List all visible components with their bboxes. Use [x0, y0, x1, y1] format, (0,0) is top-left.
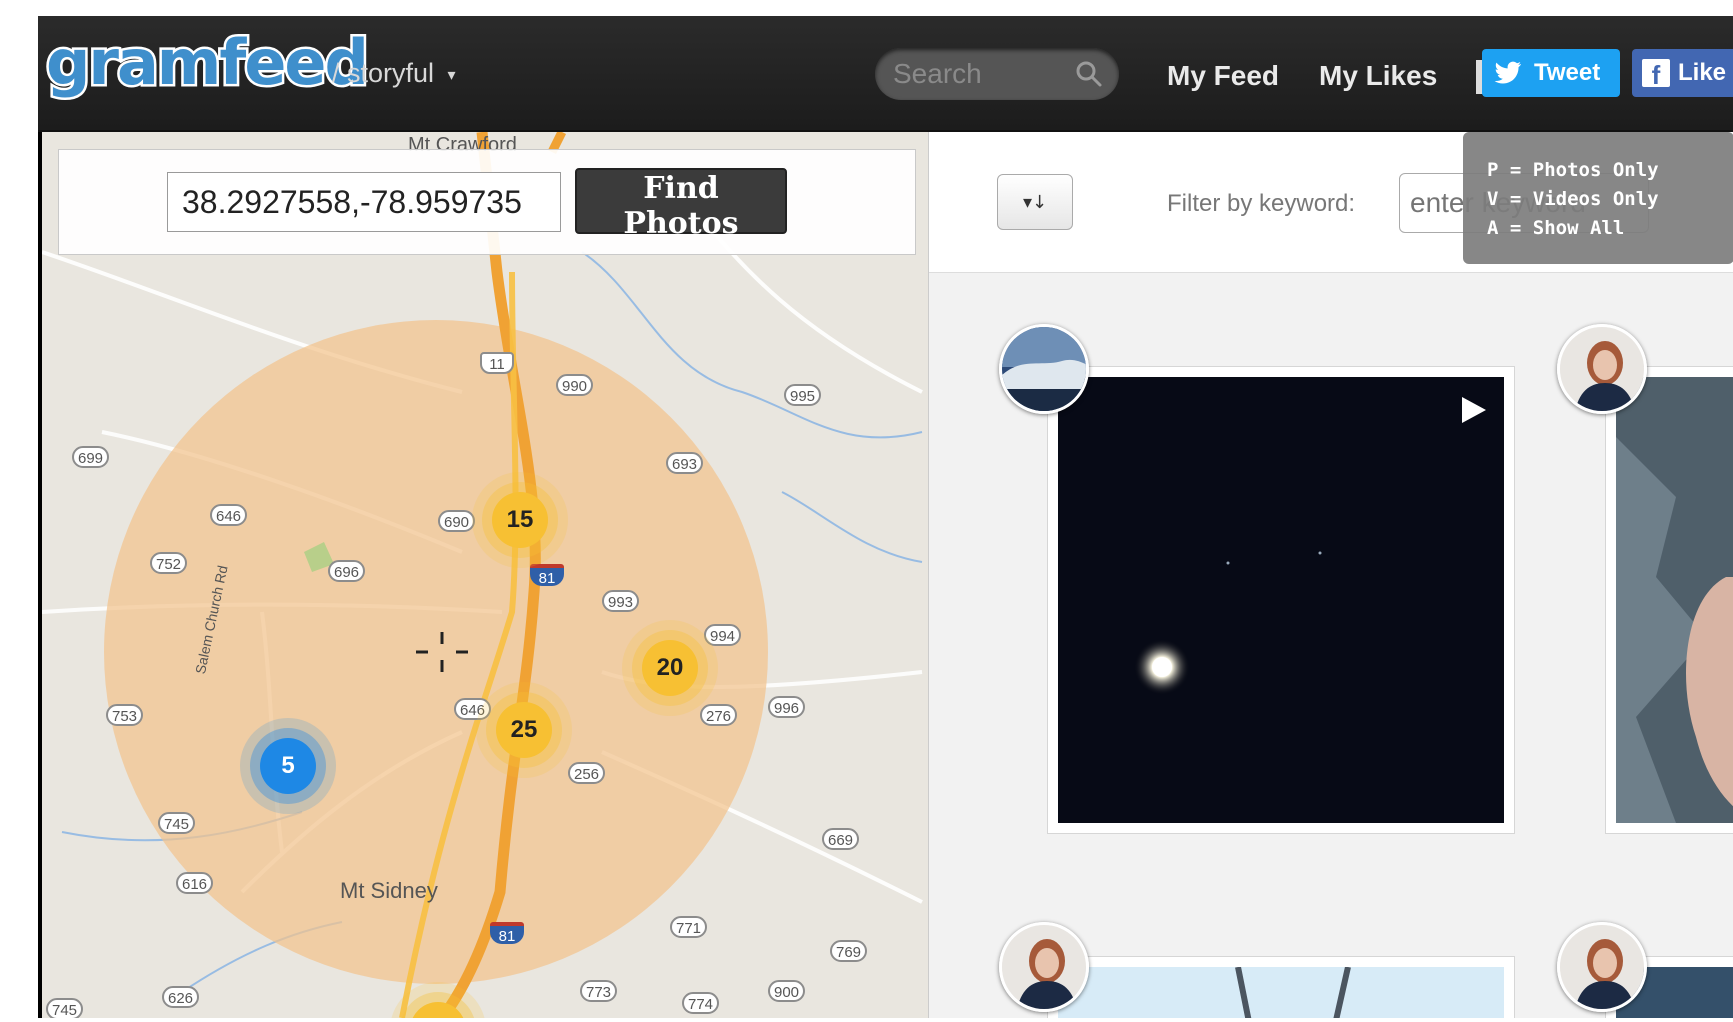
photo-cluster[interactable]: 15 [492, 492, 548, 548]
photo-image [1616, 377, 1733, 823]
caret-down-icon: ▾ [447, 66, 456, 84]
nav-my-feed[interactable]: My Feed [1167, 60, 1279, 92]
route-marker: 699 [72, 446, 110, 468]
route-marker: 774 [682, 992, 720, 1014]
search-box [875, 48, 1119, 100]
route-marker: 993 [602, 590, 640, 612]
route-marker: 696 [328, 560, 366, 582]
top-navigation-bar: gramfeed / storyful ▾ My Feed My Likes T… [38, 16, 1733, 132]
search-input[interactable] [891, 54, 1075, 94]
route-marker: 646 [210, 504, 248, 526]
highway-shield: 81 [490, 922, 524, 945]
photo-image [1058, 967, 1504, 1018]
twitter-bird-icon [1494, 61, 1521, 84]
map-canvas[interactable] [42, 132, 928, 1018]
coordinates-input[interactable] [167, 172, 561, 232]
media-filter-tooltip: P = Photos Only V = Videos Only A = Show… [1463, 132, 1733, 264]
route-marker: 745 [46, 998, 84, 1018]
like-label: Like [1678, 59, 1727, 86]
tooltip-line: P = Photos Only [1487, 159, 1659, 181]
video-thumbnail[interactable] [1058, 377, 1504, 823]
photo-feed-panel: ▾↓ Filter by keyword: P = Photos Only V … [928, 132, 1733, 1018]
play-icon[interactable] [1460, 395, 1488, 425]
facebook-icon: f [1642, 59, 1670, 90]
app-frame: gramfeed / storyful ▾ My Feed My Likes T… [38, 16, 1733, 1018]
photo-cluster[interactable]: 20 [642, 640, 698, 696]
route-marker: 990 [556, 374, 594, 396]
tooltip-line: A = Show All [1487, 217, 1625, 239]
route-marker: 626 [162, 986, 200, 1008]
user-avatar[interactable] [1557, 324, 1647, 414]
route-marker: 900 [768, 980, 806, 1002]
user-avatar[interactable] [1557, 922, 1647, 1012]
photo-thumbnail[interactable] [1616, 377, 1733, 823]
route-marker: 994 [704, 624, 742, 646]
route-marker: 690 [438, 510, 476, 532]
route-marker: 752 [150, 552, 188, 574]
tweet-label: Tweet [1534, 59, 1601, 86]
route-marker: 745 [158, 812, 196, 834]
route-marker: 995 [784, 384, 822, 406]
route-marker: 996 [768, 696, 806, 718]
photo-thumbnail[interactable] [1058, 967, 1504, 1018]
route-marker: 771 [670, 916, 708, 938]
place-label-mt-sidney: Mt Sidney [340, 878, 438, 903]
route-marker: 646 [454, 698, 492, 720]
route-marker: 256 [568, 762, 606, 784]
highway-shield: 81 [530, 564, 564, 587]
route-marker: 773 [580, 980, 618, 1002]
user-avatar[interactable] [999, 922, 1089, 1012]
filter-bar: ▾↓ Filter by keyword: P = Photos Only V … [929, 132, 1733, 273]
location-search-box: Find Photos [58, 149, 916, 255]
tooltip-line: V = Videos Only [1487, 188, 1659, 210]
account-selector[interactable]: / storyful ▾ [332, 58, 456, 89]
photo-card[interactable] [1047, 956, 1515, 1018]
route-marker: 753 [106, 704, 144, 726]
map-panel[interactable]: 11 990 995 699 693 646 690 752 696 81 993 994 753 646… [42, 132, 928, 1018]
route-marker: 616 [176, 872, 214, 894]
photo-cluster[interactable]: 25 [496, 702, 552, 758]
facebook-like-button[interactable]: f Like [1632, 49, 1733, 97]
photo-cluster[interactable]: 5 [260, 738, 316, 794]
tweet-button[interactable]: Tweet [1482, 49, 1620, 97]
nav-my-likes[interactable]: My Likes [1319, 60, 1437, 92]
route-marker: 276 [700, 704, 738, 726]
highway-shield: 11 [480, 352, 514, 374]
route-marker: 769 [830, 940, 868, 962]
gramfeed-logo[interactable]: gramfeed [44, 26, 368, 110]
route-marker: 669 [822, 828, 860, 850]
logo-text: gramfeed [46, 26, 367, 99]
sort-button[interactable]: ▾↓ [997, 174, 1073, 230]
route-marker: 693 [666, 452, 704, 474]
account-name: / storyful [332, 58, 435, 88]
moon-image [1058, 377, 1504, 823]
search-icon[interactable] [1075, 60, 1103, 88]
filter-label: Filter by keyword: [1167, 190, 1356, 217]
find-photos-button[interactable]: Find Photos [575, 168, 787, 241]
photo-card[interactable] [1047, 366, 1515, 834]
photo-card[interactable] [1605, 366, 1733, 834]
user-avatar[interactable] [999, 324, 1089, 414]
